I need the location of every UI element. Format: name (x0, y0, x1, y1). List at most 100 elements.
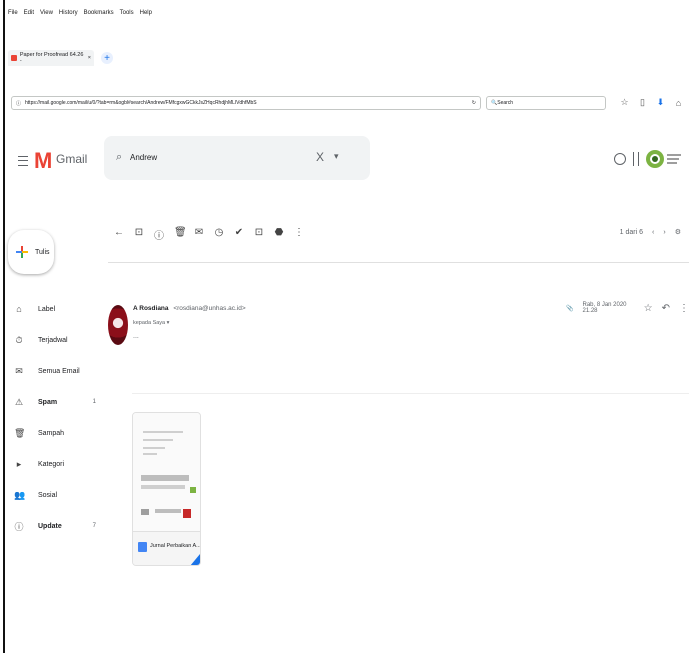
menu-edit[interactable]: Edit (24, 10, 34, 22)
sidebar-item-label[interactable]: ⌂ Label (14, 301, 104, 317)
sidebar-item-spam[interactable]: ⚠ Spam 1 (14, 394, 104, 410)
report-spam-icon[interactable]: ⓘ (154, 227, 164, 242)
back-icon[interactable]: ← (114, 227, 124, 242)
attachment-clip-icon: 📎 (566, 305, 574, 312)
sidebar-item-update[interactable]: ⓘ Update 7 (14, 518, 104, 534)
home-icon[interactable]: ⌂ (674, 97, 683, 108)
gmail-logo-icon[interactable]: M (34, 148, 52, 174)
bookmark-star-icon[interactable]: ☆ (620, 97, 629, 108)
navigation-bar: ⓘ https://mail.google.com/mail/u/0/?tab=… (8, 93, 689, 115)
preview-mark (183, 509, 191, 518)
sidebar-item-text: Sosial (38, 491, 58, 499)
browser-chrome: File Edit View History Bookmarks Tools H… (0, 0, 689, 130)
trimmed-content-button[interactable]: ... (133, 333, 139, 340)
reload-icon[interactable]: ↻ (472, 100, 476, 106)
more-icon[interactable]: ⋮ (294, 227, 304, 242)
sender-avatar[interactable] (108, 305, 128, 345)
google-apps-icon[interactable] (633, 152, 639, 166)
compose-button[interactable]: Tulis (8, 230, 54, 274)
search-query: Andrew (130, 153, 158, 162)
snooze-icon[interactable]: ◷ (214, 227, 224, 242)
updates-icon: ⓘ (14, 521, 24, 532)
next-icon[interactable]: › (663, 229, 665, 236)
document-icon (138, 542, 147, 552)
message-toolbar: ← ⊡ ⓘ 🗑 ✉ ◷ ✔ ⊡ ⬣ ⋮ 1 dari 6 ‹ › ⚙ (108, 222, 689, 246)
label-icon: ⌂ (16, 304, 22, 314)
sidebar-item-kategori[interactable]: ▸ Kategori (14, 456, 104, 472)
sidebar-item-terjadwal[interactable]: ⏱ Terjadwal (14, 332, 104, 348)
toolbar-actions: ← ⊡ ⓘ 🗑 ✉ ◷ ✔ ⊡ ⬣ ⋮ (114, 227, 304, 242)
archive-icon[interactable]: ⊡ (134, 227, 144, 242)
search-placeholder: Search (497, 100, 514, 106)
close-tab-icon[interactable]: × (88, 55, 91, 61)
preview-line (143, 431, 183, 433)
star-icon[interactable]: ☆ (644, 303, 653, 314)
reply-icon[interactable]: ↶ (662, 303, 670, 314)
organization-logo[interactable] (645, 144, 683, 174)
site-info-icon[interactable]: ⓘ (16, 100, 21, 107)
preview-line (143, 439, 173, 441)
compose-plus-icon (16, 246, 28, 258)
attachment-footer: Jurnal Perbaikan A... (133, 531, 200, 565)
sidebar-item-text: Kategori (38, 460, 65, 468)
menu-history[interactable]: History (59, 10, 78, 22)
support-icon[interactable] (614, 153, 626, 165)
move-to-icon[interactable]: ⊡ (254, 227, 264, 242)
pager-count: 1 dari 6 (619, 228, 644, 236)
tab-title: Paper for Proofread 64.26 - (19, 52, 84, 64)
scheduled-icon: ⏱ (15, 334, 23, 345)
sidebar-item-text: Label (38, 305, 56, 313)
url-bar[interactable]: ⓘ https://mail.google.com/mail/u/0/?tab=… (11, 96, 481, 110)
sidebar-item-count: 1 (92, 399, 96, 405)
search-options-icon[interactable]: ▾ (334, 151, 339, 162)
sidebar-item-sampah[interactable]: 🗑 Sampah (14, 425, 104, 441)
url-text: https://mail.google.com/mail/u/0/?tab=rm… (25, 100, 257, 106)
prev-icon[interactable]: ‹ (652, 229, 654, 236)
clear-search-icon[interactable]: X (316, 150, 324, 164)
preview-mark (190, 487, 196, 493)
menu-file[interactable]: File (8, 10, 18, 22)
sidebar-item-semua-email[interactable]: ✉ Semua Email (14, 363, 104, 379)
download-icon[interactable]: ⬇ (656, 97, 665, 108)
recipient-details[interactable]: kepada Saya ▾ (133, 320, 169, 326)
menu-view[interactable]: View (40, 10, 53, 22)
more-options-icon[interactable]: ⋮ (679, 303, 689, 314)
preview-line (143, 453, 157, 455)
browser-toolbar-icons: ☆ ▯ ⬇ ⌂ ◡ (620, 97, 689, 108)
compose-label: Tulis (35, 248, 50, 256)
settings-icon[interactable]: ⚙ (675, 228, 681, 236)
menu-bookmarks[interactable]: Bookmarks (84, 10, 114, 22)
sender-name[interactable]: A Rosdiana (133, 305, 169, 312)
trash-icon: 🗑 (14, 427, 26, 438)
preview-line (141, 485, 185, 489)
pager: 1 dari 6 ‹ › ⚙ (619, 228, 681, 237)
category-icon: ▸ (16, 458, 22, 469)
mark-unread-icon[interactable]: ✉ (194, 227, 204, 242)
new-tab-button[interactable]: + (101, 52, 113, 64)
mail-search-bar[interactable]: ⌕ Andrew X ▾ (104, 136, 370, 180)
attachment-card[interactable]: Jurnal Perbaikan A... (132, 412, 201, 566)
browser-tab-gmail[interactable]: Paper for Proofread 64.26 - × (8, 50, 94, 66)
preview-line (143, 447, 165, 449)
divider (108, 262, 689, 263)
label-icon[interactable]: ⬣ (274, 227, 284, 242)
attachment-corner-icon (190, 554, 200, 565)
message-meta: 📎 Rab, 8 Jan 2020 21.28 ☆ ↶ ⋮ (566, 302, 689, 314)
divider (132, 393, 689, 394)
social-icon: 👥 (14, 489, 26, 500)
browser-search-input[interactable]: 🔍 Search (486, 96, 606, 110)
message-date: Rab, 8 Jan 2020 21.28 (582, 302, 627, 314)
main-menu-icon[interactable] (18, 156, 28, 166)
delete-icon[interactable]: 🗑 (174, 227, 187, 242)
sidebar-item-count: 7 (92, 523, 96, 529)
menu-tools[interactable]: Tools (120, 10, 134, 22)
add-task-icon[interactable]: ✔ (234, 227, 244, 242)
library-icon[interactable]: ▯ (638, 97, 647, 108)
menu-help[interactable]: Help (140, 10, 152, 22)
sender-email: <rosdiana@unhas.ac.id> (173, 305, 246, 312)
gmail-header: M Gmail ⌕ Andrew X ▾ (0, 130, 689, 190)
search-icon[interactable]: ⌕ (116, 151, 128, 163)
sidebar-item-sosial[interactable]: 👥 Sosial (14, 487, 104, 503)
tab-strip: Paper for Proofread 64.26 - × + (8, 38, 689, 68)
gmail-logo-text: Gmail (56, 152, 88, 166)
